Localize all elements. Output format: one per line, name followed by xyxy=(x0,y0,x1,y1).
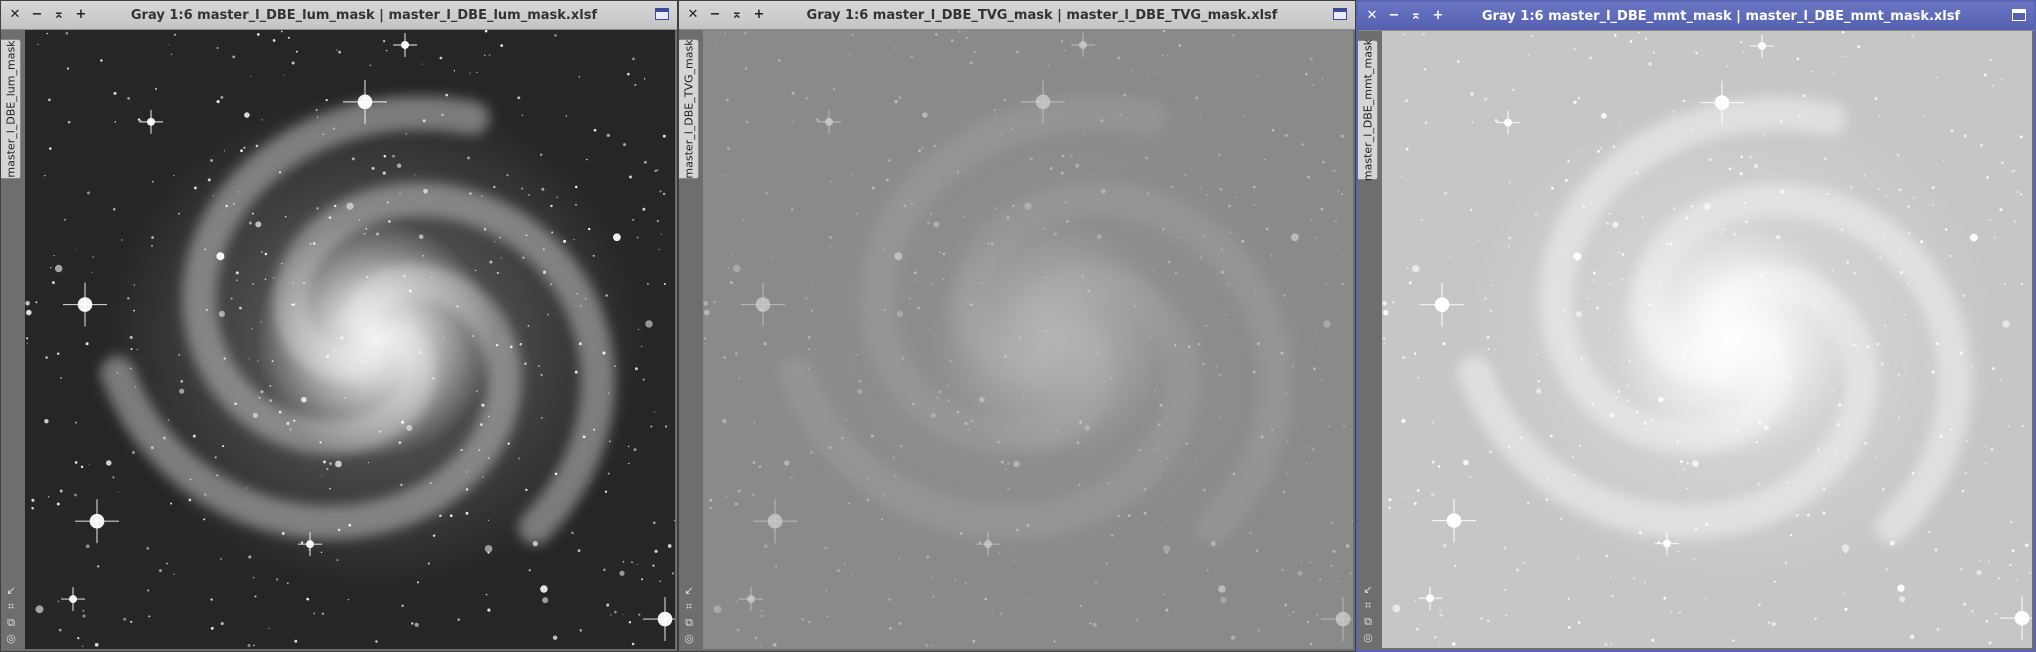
target-icon[interactable]: ◎ xyxy=(683,633,695,645)
window-title: Gray 1:6 master_l_DBE_lum_mask | master_… xyxy=(130,8,598,23)
titlebar[interactable]: ✕ − ⌅ + Gray 1:6 master_l_DBE_lum_mask |… xyxy=(1,1,677,30)
galaxy-core xyxy=(255,219,495,460)
maximize-icon[interactable] xyxy=(1333,8,1347,20)
galaxy-image xyxy=(1382,31,2032,648)
galaxy-core xyxy=(933,219,1173,460)
zoom-fit-icon[interactable]: ⌗ xyxy=(1362,600,1374,612)
view-id-label: master_l_DBE_lum_mask xyxy=(4,40,17,178)
pin-icon[interactable]: + xyxy=(751,7,767,23)
pin-icon[interactable]: + xyxy=(1430,8,1446,24)
minimize-icon[interactable]: − xyxy=(29,7,45,23)
image-viewport[interactable] xyxy=(1382,31,2032,648)
galaxy-image xyxy=(25,30,675,649)
galaxy-core xyxy=(1612,220,1852,459)
image-viewport[interactable] xyxy=(25,30,675,649)
clone-icon[interactable]: ⧉ xyxy=(683,617,695,629)
view-id-tab[interactable]: master_l_DBE_mmt_mask xyxy=(1358,38,1378,182)
galaxy-image xyxy=(703,30,1353,649)
image-window-mmt[interactable]: ✕ − ⌅ + Gray 1:6 master_l_DBE_mmt_mask |… xyxy=(1356,0,2036,652)
view-id-label: master_l_DBE_TVG_mask xyxy=(682,39,695,179)
close-icon[interactable]: ✕ xyxy=(1364,8,1380,24)
window-title: Gray 1:6 master_l_DBE_mmt_mask | master_… xyxy=(1481,9,1961,24)
shade-icon[interactable]: ⌅ xyxy=(51,7,67,23)
clone-icon[interactable]: ⧉ xyxy=(5,617,17,629)
clone-icon[interactable]: ⧉ xyxy=(1362,616,1374,628)
image-viewport[interactable] xyxy=(703,30,1353,649)
maximize-icon[interactable] xyxy=(655,8,669,20)
titlebar[interactable]: ✕ − ⌅ + Gray 1:6 master_l_DBE_TVG_mask |… xyxy=(679,1,1355,30)
image-window-tvg[interactable]: ✕ − ⌅ + Gray 1:6 master_l_DBE_TVG_mask |… xyxy=(678,0,1356,652)
shade-icon[interactable]: ⌅ xyxy=(729,7,745,23)
maximize-icon[interactable] xyxy=(2012,9,2026,21)
close-icon[interactable]: ✕ xyxy=(7,7,23,23)
shade-icon[interactable]: ⌅ xyxy=(1408,8,1424,24)
auto-stretch-icon[interactable]: ↙ xyxy=(5,585,17,597)
image-window-lum[interactable]: ✕ − ⌅ + Gray 1:6 master_l_DBE_lum_mask |… xyxy=(0,0,678,652)
pin-icon[interactable]: + xyxy=(73,7,89,23)
minimize-icon[interactable]: − xyxy=(707,7,723,23)
zoom-fit-icon[interactable]: ⌗ xyxy=(683,601,695,613)
view-id-tab[interactable]: master_l_DBE_lum_mask xyxy=(1,39,21,179)
view-id-tab[interactable]: master_l_DBE_TVG_mask xyxy=(679,39,699,179)
titlebar[interactable]: ✕ − ⌅ + Gray 1:6 master_l_DBE_mmt_mask |… xyxy=(1358,2,2034,31)
auto-stretch-icon[interactable]: ↙ xyxy=(683,585,695,597)
close-icon[interactable]: ✕ xyxy=(685,7,701,23)
minimize-icon[interactable]: − xyxy=(1386,8,1402,24)
zoom-fit-icon[interactable]: ⌗ xyxy=(5,601,17,613)
target-icon[interactable]: ◎ xyxy=(1362,632,1374,644)
window-title: Gray 1:6 master_l_DBE_TVG_mask | master_… xyxy=(806,8,1278,23)
target-icon[interactable]: ◎ xyxy=(5,633,17,645)
auto-stretch-icon[interactable]: ↙ xyxy=(1362,584,1374,596)
view-id-label: master_l_DBE_mmt_mask xyxy=(1361,38,1374,182)
